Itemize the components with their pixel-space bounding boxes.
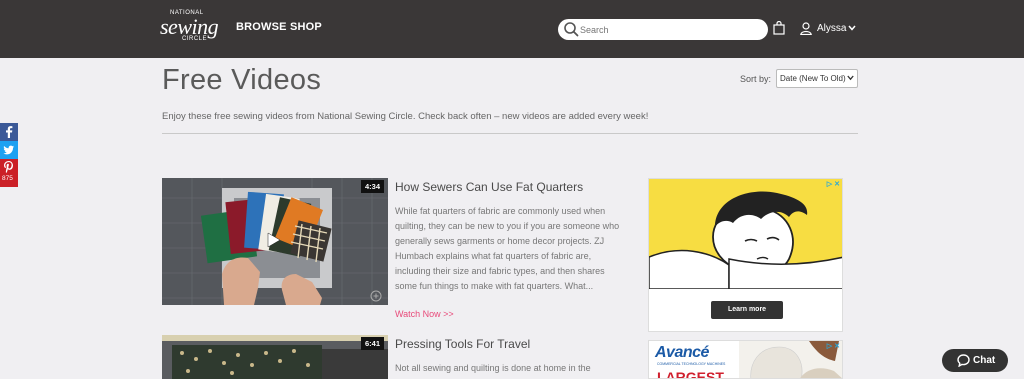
chat-label: Chat <box>973 355 996 366</box>
site-logo[interactable]: NATIONAL sewing CIRCLE <box>160 10 219 46</box>
pinterest-count: 875 <box>2 175 13 182</box>
logo-circle: CIRCLE <box>182 36 208 42</box>
page-title: Free Videos <box>162 64 322 96</box>
video-title[interactable]: How Sewers Can Use Fat Quarters <box>395 180 583 194</box>
chat-button[interactable]: Chat <box>942 349 1008 372</box>
video-thumbnail[interactable]: 4:34 <box>162 178 388 305</box>
fabric-thumbnail-image <box>162 178 388 305</box>
sort-select-value: Date (New To Old) <box>780 74 846 83</box>
nav-browse[interactable]: BROWSE <box>236 21 287 33</box>
user-icon <box>800 22 812 35</box>
shopping-bag-icon[interactable] <box>773 21 785 35</box>
video-duration: 4:34 <box>360 180 384 193</box>
facebook-icon <box>0 123 18 141</box>
ad-headline: LARGEST <box>657 369 724 379</box>
video-title[interactable]: Pressing Tools For Travel <box>395 337 530 351</box>
intro-text: Enjoy these free sewing videos from Nati… <box>162 111 649 122</box>
video-description: While fat quarters of fabric are commonl… <box>395 206 620 291</box>
user-name: Alyssa <box>817 23 847 34</box>
ad-brand: Avancé <box>655 344 709 361</box>
learn-more-button[interactable]: Learn more <box>711 301 783 319</box>
ad-choices-icon[interactable]: ▷ ✕ <box>827 342 840 350</box>
video-thumbnail[interactable]: 6:41 <box>162 335 388 379</box>
search-icon <box>564 22 579 37</box>
nav-shop[interactable]: SHOP <box>290 21 322 33</box>
ad-subtitle: COMMERCIAL TECHNOLOGY MACHINES <box>657 362 726 366</box>
sort-select[interactable]: Date (New To Old) <box>776 69 858 88</box>
twitter-icon <box>0 141 18 159</box>
chevron-down-icon <box>847 75 854 81</box>
search-box[interactable] <box>558 19 768 40</box>
divider <box>162 133 858 134</box>
ad-choices-icon[interactable]: ▷ ✕ <box>827 180 840 188</box>
facebook-share-button[interactable] <box>0 123 18 141</box>
video-duration: 6:41 <box>360 337 384 350</box>
chevron-down-icon <box>848 25 856 31</box>
chat-bubble-icon <box>957 354 970 367</box>
watch-now-link[interactable]: Watch Now >> <box>395 309 454 319</box>
video-description: Not all sewing and quilting is done at h… <box>395 363 591 373</box>
search-input[interactable] <box>580 22 760 37</box>
sleeping-person-illustration <box>649 191 842 289</box>
pinterest-share-button[interactable]: 875 <box>0 159 18 187</box>
twitter-share-button[interactable] <box>0 141 18 159</box>
advertisement[interactable]: ▷ ✕ Learn more <box>648 178 843 332</box>
site-header: NATIONAL sewing CIRCLE BROWSE SHOP Alyss… <box>0 0 1024 58</box>
advertisement[interactable]: Avancé COMMERCIAL TECHNOLOGY MACHINES LA… <box>648 340 843 379</box>
sort-label: Sort by: <box>740 74 772 84</box>
pinterest-icon <box>4 161 13 174</box>
pressing-tools-thumbnail-image <box>162 335 388 379</box>
